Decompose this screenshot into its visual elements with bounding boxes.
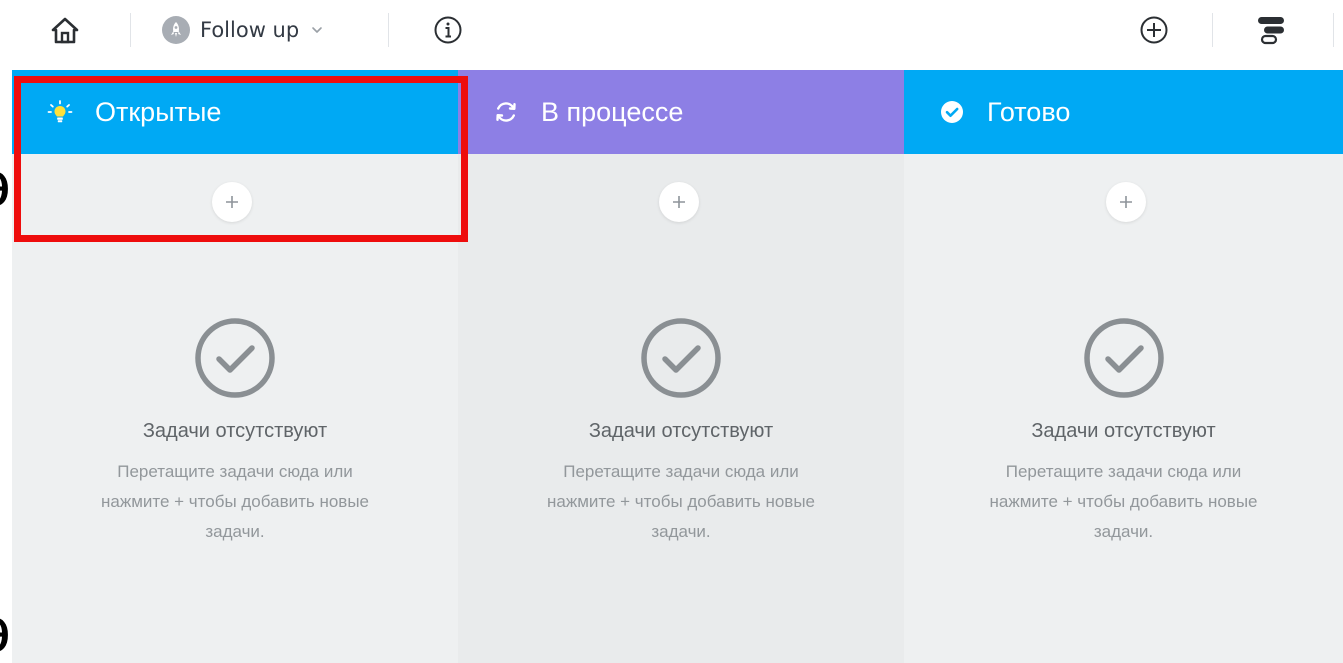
plus-circle-icon [1140,16,1168,44]
plus-icon [226,196,238,208]
kanban-app: Follow up Открытые Задачи отсутствуют Пе… [0,0,1343,663]
chevron-down-icon [312,27,322,33]
check-circle-icon [1083,318,1164,398]
empty-state-description: Перетащите задачи сюда или нажмите + что… [989,462,1258,541]
empty-state: Задачи отсутствуют Перетащите задачи сюд… [458,316,904,547]
plus-icon [673,196,685,208]
add-task-button[interactable] [659,182,699,222]
empty-state: Задачи отсутствуют Перетащите задачи сюд… [12,316,458,547]
add-task-button[interactable] [1106,182,1146,222]
column-body: Задачи отсутствуют Перетащите задачи сюд… [458,154,904,663]
home-button[interactable] [48,14,82,46]
lightbulb-icon [47,99,73,125]
column-open: Открытые Задачи отсутствуют Перетащите з… [12,70,458,663]
add-button[interactable] [1137,13,1171,47]
cropped-edge: э э [0,70,12,663]
empty-state-title: Задачи отсутствуют [1031,420,1216,442]
empty-state-title: Задачи отсутствуют [588,420,774,442]
rocket-icon [171,22,181,37]
column-header[interactable]: Открытые [12,70,458,154]
top-toolbar: Follow up [0,0,1343,64]
add-task-button[interactable] [212,182,252,222]
check-circle-icon [641,318,721,398]
column-header[interactable]: В процессе [458,70,904,154]
column-header[interactable]: Готово [904,70,1343,154]
toolbar-divider [130,13,131,47]
home-icon [51,17,79,44]
empty-state-title: Задачи отсутствуют [142,420,328,442]
check-circle-icon [939,99,965,125]
column-title: В процессе [541,96,684,127]
column-title: Готово [987,96,1071,127]
column-body: Задачи отсутствуют Перетащите задачи сюд… [12,154,458,663]
check-circle-icon [195,318,275,398]
column-done: Готово Задачи отсутствуют Перетащите зад… [904,70,1343,663]
info-button[interactable] [432,13,464,47]
refresh-icon [493,99,519,125]
project-name: Follow up [200,18,300,42]
toolbar-divider [1333,13,1334,47]
project-avatar [162,16,190,44]
view-settings-button[interactable] [1254,12,1288,48]
project-selector[interactable]: Follow up [162,12,323,48]
empty-state: Задачи отсутствуют Перетащите задачи сюд… [904,316,1343,547]
toolbar-divider [388,13,389,47]
toolbar-divider [1212,13,1213,47]
column-body: Задачи отсутствуют Перетащите задачи сюд… [904,154,1343,663]
column-in-progress: В процессе Задачи отсутствуют Перетащите… [458,70,904,663]
info-icon [434,16,462,44]
empty-state-description: Перетащите задачи сюда или нажмите + что… [100,462,370,541]
empty-state-description: Перетащите задачи сюда или нажмите + что… [546,462,816,541]
sliders-icon [1258,17,1284,45]
column-title: Открытые [95,96,222,127]
plus-icon [1120,196,1132,208]
